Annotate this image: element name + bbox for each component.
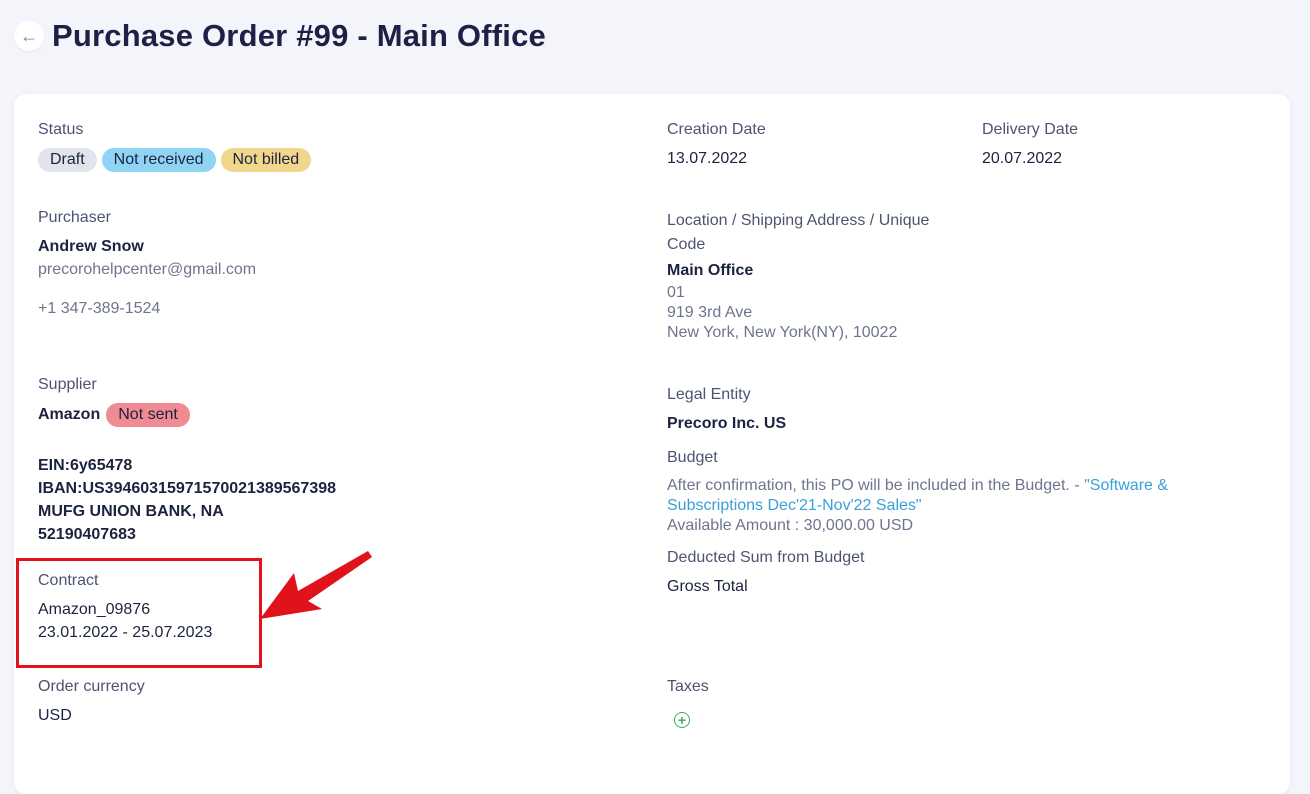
budget-info: After confirmation, this PO will be incl… [667, 476, 1247, 536]
location-address: 01 919 3rd Ave New York, New York(NY), 1… [667, 283, 897, 343]
contract-period: 23.01.2022 - 25.07.2023 [38, 624, 213, 641]
contract-name[interactable]: Amazon_09876 [38, 601, 150, 619]
supplier-name[interactable]: Amazon [38, 406, 100, 424]
budget-link[interactable]: "Software & [1084, 477, 1168, 494]
red-arrow-icon [260, 551, 372, 619]
location-code: 01 [667, 284, 685, 301]
supplier-bank: MUFG UNION BANK, NA [38, 503, 224, 520]
location-label-line1: Location / Shipping Address / Unique [667, 212, 930, 229]
contract-label: Contract [38, 572, 99, 589]
purchaser-name: Andrew Snow [38, 238, 144, 255]
location-city: New York, New York(NY), 10022 [667, 324, 898, 341]
deducted-value: Gross Total [667, 578, 748, 595]
taxes-label: Taxes [667, 678, 709, 695]
status-badges: Draft Not received Not billed [38, 148, 312, 172]
page-header: ← Purchase Order #99 - Main Office [14, 14, 546, 58]
supplier-status-badge: Not sent [106, 403, 190, 427]
delivery-date-label: Delivery Date [982, 121, 1079, 138]
location-street: 919 3rd Ave [667, 304, 753, 321]
location-label: Location / Shipping Address / Unique Cod… [667, 209, 929, 257]
budget-link-line2[interactable]: Subscriptions Dec'21-Nov'22 Sales" [667, 496, 1247, 516]
status-badge-draft: Draft [38, 148, 97, 172]
deducted-label: Deducted Sum from Budget [667, 549, 865, 566]
order-details-card: Status Draft Not received Not billed Cre… [14, 94, 1290, 794]
arrow-left-icon: ← [20, 25, 38, 46]
creation-date-value: 13.07.2022 [667, 150, 748, 167]
supplier-row: Amazon Not sent [38, 403, 190, 427]
purchaser-label: Purchaser [38, 209, 111, 226]
supplier-ein: EIN:6y65478 [38, 457, 133, 474]
order-currency-value: USD [38, 707, 72, 724]
supplier-account: 52190407683 [38, 526, 136, 543]
back-button[interactable]: ← [14, 21, 44, 51]
status-label: Status [38, 121, 84, 138]
budget-text: After confirmation, this PO will be incl… [667, 477, 1085, 494]
supplier-label: Supplier [38, 376, 97, 393]
location-name: Main Office [667, 262, 754, 279]
plus-circle-icon[interactable]: + [674, 712, 690, 728]
purchaser-email: precorohelpcenter@gmail.com [38, 261, 257, 278]
legal-entity-label: Legal Entity [667, 386, 751, 403]
budget-available: Available Amount : 30,000.00 USD [667, 517, 914, 534]
legal-entity-value: Precoro Inc. US [667, 415, 787, 432]
order-currency-label: Order currency [38, 678, 145, 695]
creation-date-label: Creation Date [667, 121, 766, 138]
status-badge-not-billed: Not billed [220, 148, 312, 172]
supplier-iban: IBAN:US39460315971570021389567398 [38, 480, 337, 497]
delivery-date-value: 20.07.2022 [982, 150, 1063, 167]
location-label-line2: Code [667, 236, 706, 253]
purchaser-phone: +1 347-389-1524 [38, 300, 161, 317]
budget-label: Budget [667, 449, 718, 466]
supplier-bank-details: EIN:6y65478 IBAN:US394603159715700213895… [38, 454, 336, 546]
status-badge-not-received: Not received [101, 148, 216, 172]
page-title: Purchase Order #99 - Main Office [52, 18, 546, 53]
